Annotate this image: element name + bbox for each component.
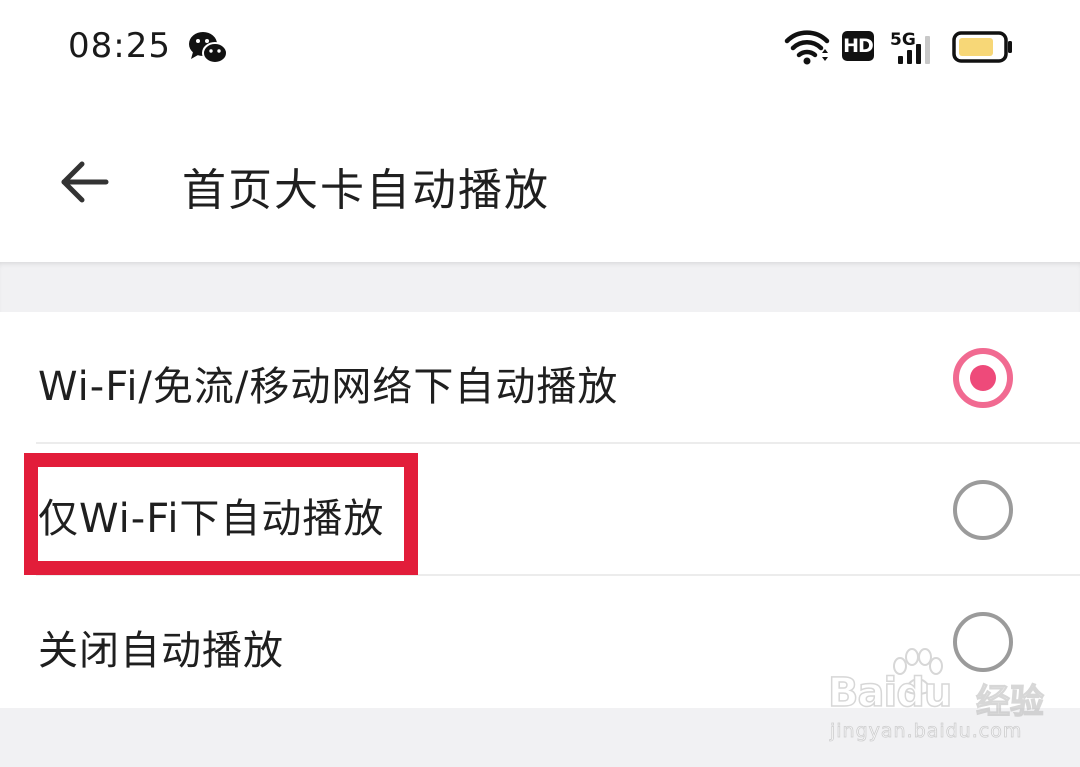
wechat-icon: [189, 32, 228, 64]
annotation-highlight-box: [24, 453, 418, 575]
wifi-icon: [784, 30, 830, 65]
watermark-brand-cn: 经验: [975, 681, 1044, 722]
radio-button[interactable]: [953, 480, 1013, 540]
network-type-label: 5G: [890, 30, 916, 50]
hd-icon: HD: [842, 31, 874, 61]
status-bar: 08:25 HD 5G: [0, 0, 1080, 96]
settings-screen: 08:25 HD 5G 首页大卡自动播放 Wi-Fi/免流/移动网络下自动播放 …: [0, 0, 1080, 767]
battery-icon: [952, 31, 1012, 63]
page-title: 首页大卡自动播放: [182, 165, 550, 216]
baidu-jingyan-watermark: Baidu 经验 jingyan.baidu.com: [827, 648, 1068, 748]
option-label: Wi-Fi/免流/移动网络下自动播放: [38, 364, 619, 410]
radio-button-selected[interactable]: [953, 348, 1013, 408]
watermark-url: jingyan.baidu.com: [830, 720, 1023, 743]
status-time: 08:25: [68, 26, 171, 66]
watermark-brand: Baidu: [827, 669, 953, 717]
app-header: 首页大卡自动播放: [0, 96, 1080, 262]
back-arrow-icon[interactable]: [52, 152, 116, 212]
radio-dot: [970, 365, 996, 391]
option-label: 关闭自动播放: [38, 628, 284, 674]
section-gap: [0, 262, 1080, 312]
option-wifi-free-mobile[interactable]: Wi-Fi/免流/移动网络下自动播放: [0, 312, 1080, 444]
